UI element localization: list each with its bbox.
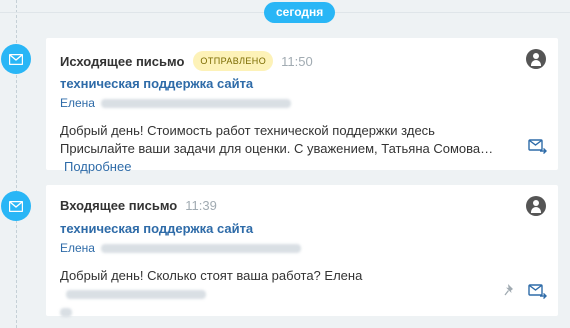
outgoing-email-card[interactable]: Исходящее письмо ОТПРАВЛЕНО 11:50 технич… [46,38,558,174]
email-subject[interactable]: техническая поддержка сайта [60,76,253,91]
redacted-email-address [66,290,206,300]
avatar-icon[interactable] [526,49,546,69]
reply-mail-icon[interactable] [528,283,548,299]
email-time: 11:50 [281,53,313,69]
card-header: Исходящее письмо ОТПРАВЛЕНО 11:50 [60,51,313,71]
email-from: Елена [60,96,291,110]
avatar-icon[interactable] [526,196,546,216]
envelope-icon [1,44,31,74]
email-time: 11:39 [185,198,217,213]
email-sender[interactable]: Елена [60,96,95,110]
email-type-label: Исходящее письмо [60,53,185,69]
redacted-email-address [100,98,291,108]
card-header: Входящее письмо 11:39 [60,198,217,213]
incoming-email-card[interactable]: Входящее письмо 11:39 техническая поддер… [46,185,558,318]
email-from: Елена [60,241,301,255]
date-label: сегодня [264,2,336,23]
email-body: Добрый день! Стоимость работ технической… [60,123,494,156]
email-sender[interactable]: Елена [60,241,95,255]
status-badge: ОТПРАВЛЕНО [193,51,274,71]
pin-icon[interactable] [504,283,516,297]
email-subject[interactable]: техническая поддержка сайта [60,221,253,236]
envelope-icon [1,191,31,221]
redacted-text [60,308,72,318]
email-preview: Добрый день! Сколько стоят ваша работа? … [60,267,508,321]
redacted-email-address [100,243,301,253]
email-preview: Добрый день! Стоимость работ технической… [60,122,508,176]
reply-mail-icon[interactable] [528,138,548,154]
more-link[interactable]: Подробнее [64,159,131,174]
email-body: Добрый день! Сколько стоят ваша работа? … [60,268,363,283]
email-type-label: Входящее письмо [60,198,178,213]
